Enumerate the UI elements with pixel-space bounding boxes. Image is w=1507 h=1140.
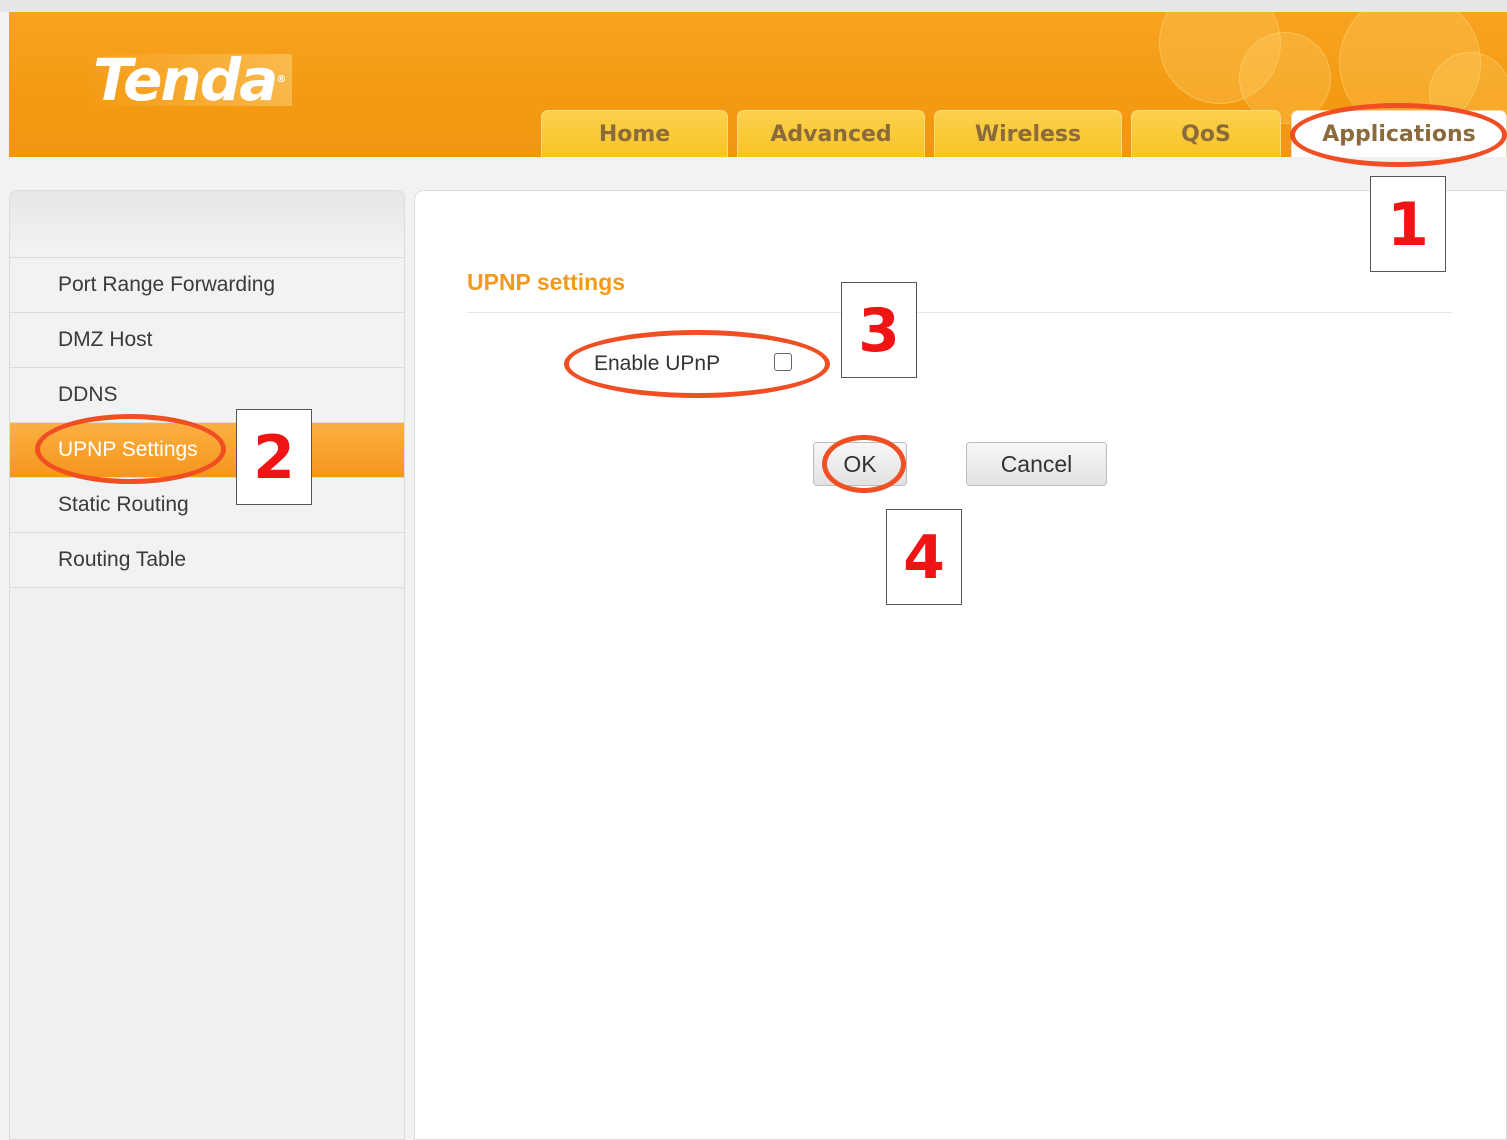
tab-label: Home	[598, 122, 671, 147]
sidebar-item-ddns[interactable]: DDNS	[10, 368, 404, 423]
enable-upnp-label: Enable UPnP	[594, 352, 721, 375]
sidebar-item-dmz-host[interactable]: DMZ Host	[10, 313, 404, 368]
main-panel: UPNP settings Enable UPnP OK Cancel	[414, 190, 1507, 1140]
sidebar-item-label: DDNS	[58, 383, 118, 406]
logo-registered-mark: ®	[276, 74, 286, 85]
tab-label: Advanced	[770, 122, 892, 147]
sidebar-item-port-range-forwarding[interactable]: Port Range Forwarding	[10, 258, 404, 313]
header-banner: Tenda® Home Advanced Wireless QoS Applic…	[9, 12, 1507, 157]
tab-label: Applications	[1322, 122, 1476, 147]
tab-home[interactable]: Home	[541, 110, 728, 157]
section-divider	[467, 312, 1452, 313]
tab-label: QoS	[1181, 122, 1231, 147]
tab-advanced[interactable]: Advanced	[737, 110, 925, 157]
tab-qos[interactable]: QoS	[1131, 110, 1281, 157]
section-title: UPNP settings	[467, 269, 626, 295]
step-number-2: 2	[236, 409, 312, 505]
sidebar-item-upnp-settings[interactable]: UPNP Settings	[10, 423, 404, 478]
sidebar-item-label: Static Routing	[58, 493, 189, 516]
tab-applications[interactable]: Applications	[1291, 110, 1507, 157]
sidebar-item-static-routing[interactable]: Static Routing	[10, 478, 404, 533]
cancel-button[interactable]: Cancel	[966, 442, 1107, 486]
sidebar-item-label: DMZ Host	[58, 328, 153, 351]
sidebar: Port Range Forwarding DMZ Host DDNS UPNP…	[9, 190, 405, 1140]
sidebar-item-label: UPNP Settings	[58, 438, 198, 461]
step-number-3: 3	[841, 282, 917, 378]
tab-wireless[interactable]: Wireless	[934, 110, 1122, 157]
logo-text: Tenda	[93, 46, 278, 114]
top-strip	[0, 0, 1507, 12]
sidebar-item-label: Routing Table	[58, 548, 187, 571]
enable-upnp-checkbox[interactable]	[774, 353, 792, 371]
step-number-1: 1	[1370, 176, 1446, 272]
tab-label: Wireless	[974, 122, 1082, 147]
ok-button[interactable]: OK	[813, 442, 907, 486]
sidebar-item-label: Port Range Forwarding	[58, 273, 276, 296]
sidebar-item-routing-table[interactable]: Routing Table	[10, 533, 404, 588]
sidebar-header	[10, 191, 404, 258]
step-number-4: 4	[886, 509, 962, 605]
tenda-logo: Tenda®	[85, 51, 293, 109]
